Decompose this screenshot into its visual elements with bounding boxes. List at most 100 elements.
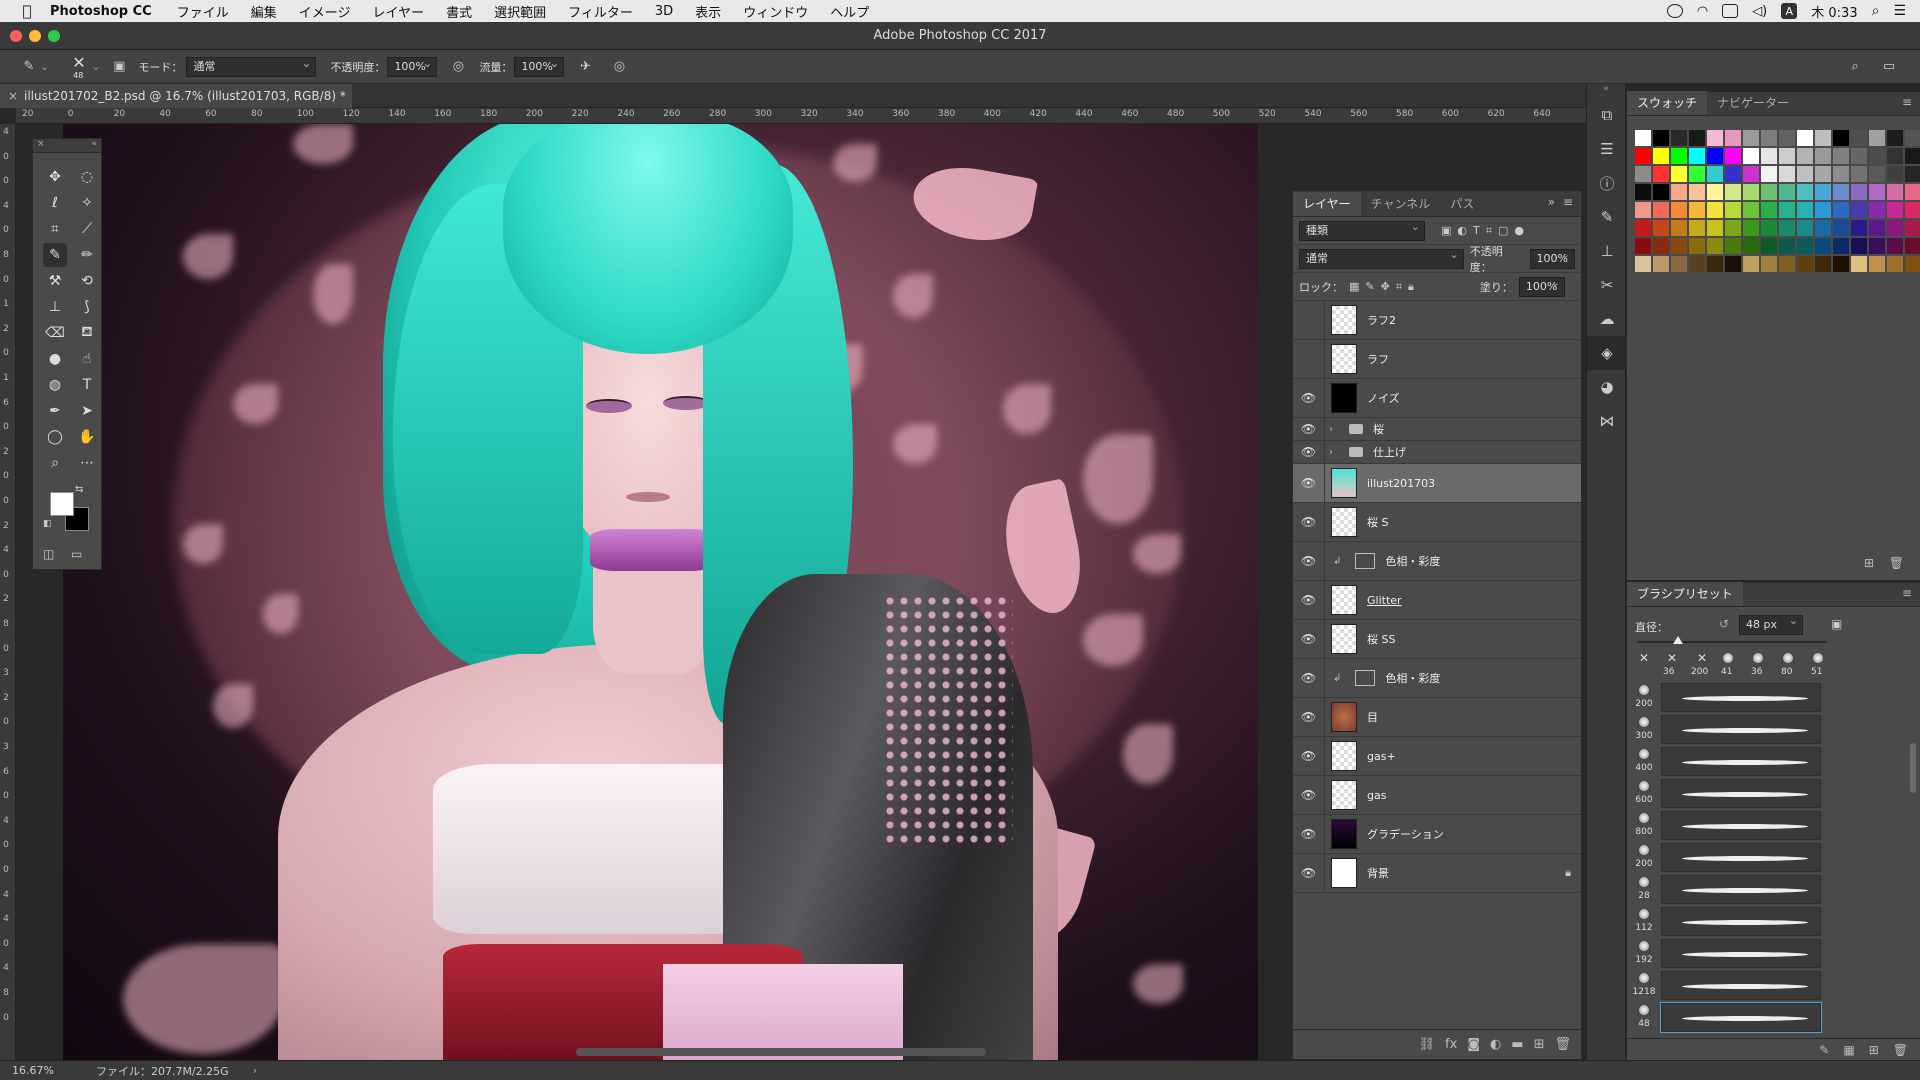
color-swatch[interactable] <box>1653 130 1669 146</box>
color-swatch[interactable] <box>1689 220 1705 236</box>
color-swatch[interactable] <box>1905 256 1920 272</box>
eyedropper-tool-icon[interactable]: ⟋ <box>75 217 99 241</box>
filter-type-icon[interactable]: T <box>1473 224 1480 237</box>
color-swatch[interactable] <box>1635 220 1651 236</box>
layer-visibility-icon[interactable]: 👁︎ <box>1293 379 1325 417</box>
layer-row[interactable]: 👁︎ › 仕上げ <box>1293 441 1581 464</box>
layer-row[interactable]: 👁︎ Glitter <box>1293 581 1581 620</box>
color-swatch[interactable] <box>1887 238 1903 254</box>
color-swatch[interactable] <box>1725 148 1741 164</box>
color-swatch[interactable] <box>1743 238 1759 254</box>
color-swatch[interactable] <box>1887 130 1903 146</box>
dock-collapse-icon[interactable]: « <box>1587 84 1625 94</box>
magic-wand-tool-icon[interactable]: ✧ <box>75 191 99 215</box>
color-swatch[interactable] <box>1851 184 1867 200</box>
color-swatch[interactable] <box>1869 256 1885 272</box>
color-swatch[interactable] <box>1869 130 1885 146</box>
swatches-menu-icon[interactable]: ≡ <box>1902 95 1912 109</box>
color-swatch[interactable] <box>1635 166 1651 182</box>
color-swatch[interactable] <box>1833 148 1849 164</box>
color-swatch[interactable] <box>1707 202 1723 218</box>
layer-visibility-icon[interactable]: 👁︎ <box>1293 418 1325 440</box>
layers-menu-icon[interactable]: ≡ <box>1563 195 1573 209</box>
foreground-color-swatch[interactable] <box>50 492 74 516</box>
layer-thumbnail[interactable] <box>1331 858 1357 888</box>
color-swatch[interactable] <box>1833 184 1849 200</box>
layer-visibility-icon[interactable]: 👁︎ <box>1293 854 1325 892</box>
color-swatch[interactable] <box>1905 202 1920 218</box>
eraser-tool-icon[interactable]: ⌫ <box>43 321 67 345</box>
color-swatch[interactable] <box>1743 148 1759 164</box>
layer-visibility-icon[interactable]: 👁︎ <box>1293 441 1325 463</box>
layers-panel-icon[interactable]: ◈ <box>1587 336 1627 370</box>
color-swatch[interactable] <box>1851 220 1867 236</box>
volume-icon[interactable]: ◁) <box>1752 4 1767 19</box>
color-swatch[interactable] <box>1635 256 1651 272</box>
lock-pixels-icon[interactable]: ✎ <box>1365 280 1374 293</box>
color-swatch[interactable] <box>1833 256 1849 272</box>
color-swatch[interactable] <box>1671 166 1687 182</box>
color-swatch[interactable] <box>1833 238 1849 254</box>
pressure-size-icon[interactable]: ◎ <box>610 58 628 76</box>
marquee-tool-icon[interactable]: ◌ <box>75 165 99 189</box>
stamp-tool-icon[interactable]: ⊥ <box>43 295 67 319</box>
slider-thumb[interactable] <box>1673 636 1683 644</box>
layer-visibility-icon[interactable]: 👁︎ <box>1293 698 1325 736</box>
lock-all-icon[interactable]: 🔒︎ <box>1408 280 1414 294</box>
color-swatch[interactable] <box>1743 256 1759 272</box>
expand-group-icon[interactable]: › <box>1329 424 1337 435</box>
color-swatch[interactable] <box>1869 202 1885 218</box>
brush-preset[interactable]: 112 <box>1631 907 1841 937</box>
spotlight-icon[interactable]: ⌕ <box>1872 3 1880 19</box>
wifi-icon[interactable]: ◠ <box>1697 4 1708 19</box>
search-icon[interactable]: ⌕ <box>1846 58 1864 76</box>
brush-preset[interactable]: 48 <box>1631 1002 1841 1033</box>
layer-row[interactable]: 👁︎ ↲ 色相・彩度 <box>1293 659 1581 698</box>
color-swatch[interactable] <box>1707 166 1723 182</box>
history-brush-tool-icon[interactable]: ⟲ <box>75 269 99 293</box>
brush-tip-dot-icon[interactable] <box>1783 653 1793 663</box>
layer-visibility-icon[interactable]: 👁︎ <box>1293 620 1325 658</box>
brush-panel-icon[interactable]: ✎ <box>1587 200 1627 234</box>
color-swatch[interactable] <box>1779 166 1795 182</box>
menu-filter[interactable]: フィルター <box>568 2 633 21</box>
layer-thumbnail[interactable] <box>1331 468 1357 498</box>
pencil-tool-icon[interactable]: ✏ <box>75 243 99 267</box>
brush-panel-toggle-icon[interactable]: ▣ <box>110 58 128 76</box>
default-colors-icon[interactable]: ◧ <box>43 519 52 529</box>
color-swatch[interactable] <box>1833 202 1849 218</box>
color-swatch[interactable] <box>1851 166 1867 182</box>
color-swatch[interactable] <box>1833 220 1849 236</box>
layer-visibility-icon[interactable] <box>1293 301 1325 339</box>
color-swatch[interactable] <box>1779 184 1795 200</box>
brush-preset[interactable]: 1218 <box>1631 971 1841 1001</box>
more-tools-icon[interactable]: ⋯ <box>75 451 99 475</box>
color-swatch[interactable] <box>1671 202 1687 218</box>
color-swatch[interactable] <box>1887 184 1903 200</box>
layer-row[interactable]: 👁︎ 桜 S <box>1293 503 1581 542</box>
brush-preset[interactable]: 200 <box>1631 683 1841 713</box>
color-swatch[interactable] <box>1887 166 1903 182</box>
color-swatch[interactable] <box>1671 220 1687 236</box>
tab-paths[interactable]: パス <box>1440 192 1484 216</box>
color-swatch[interactable] <box>1815 238 1831 254</box>
color-swatch[interactable] <box>1689 130 1705 146</box>
crop-tool-icon[interactable]: ⌗ <box>43 217 67 241</box>
color-swatch[interactable] <box>1815 202 1831 218</box>
canvas-horizontal-scrollbar[interactable] <box>576 1048 986 1056</box>
blend-mode-select[interactable]: 通常 <box>1299 246 1464 269</box>
minimize-window-button[interactable] <box>29 30 41 42</box>
filter-pixel-icon[interactable]: ▣ <box>1441 224 1451 237</box>
layer-row[interactable]: ラフ <box>1293 340 1581 379</box>
color-swatch[interactable] <box>1797 148 1813 164</box>
tab-layers[interactable]: レイヤー <box>1293 192 1361 216</box>
color-swatch[interactable] <box>1779 238 1795 254</box>
clone-source-icon[interactable]: ⊥ <box>1587 234 1627 268</box>
color-swatch[interactable] <box>1797 238 1813 254</box>
color-swatch[interactable] <box>1743 166 1759 182</box>
collapse-panel-icon[interactable]: » <box>1548 195 1555 209</box>
color-swatch[interactable] <box>1707 130 1723 146</box>
layer-row[interactable]: 👁︎ gas+ <box>1293 737 1581 776</box>
layer-thumbnail[interactable] <box>1331 305 1357 335</box>
layer-thumbnail[interactable] <box>1331 383 1357 413</box>
